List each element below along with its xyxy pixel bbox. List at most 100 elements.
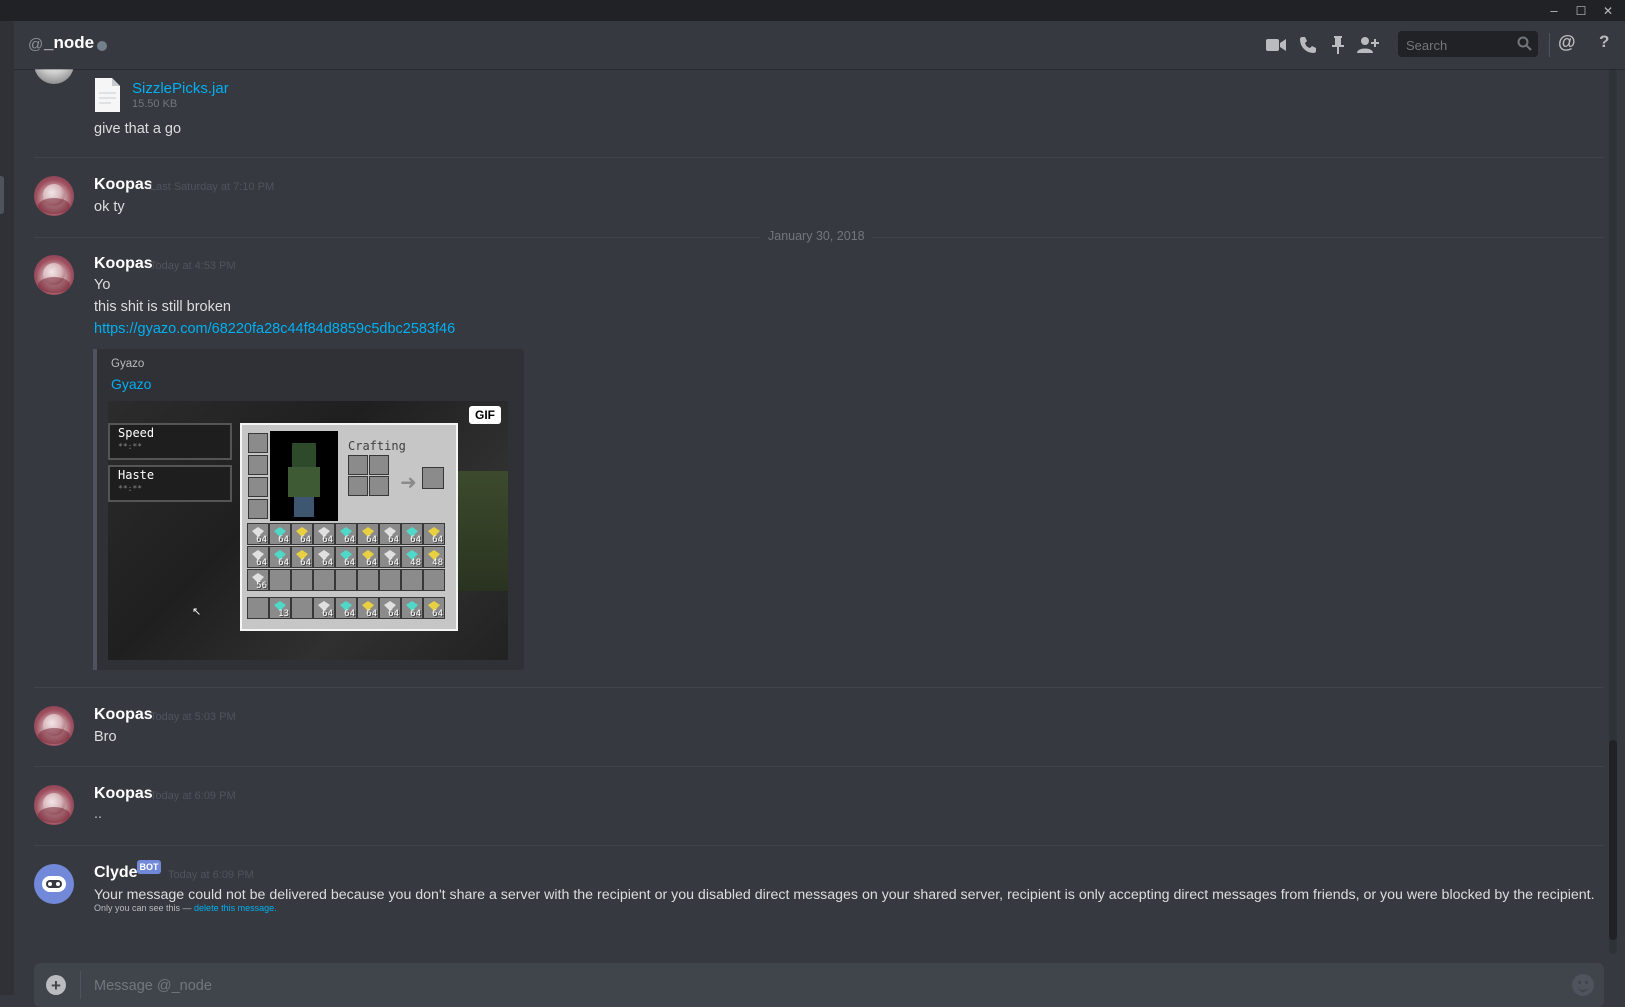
search-box[interactable] [1398, 31, 1538, 57]
item-count: 56 [256, 581, 267, 591]
avatar[interactable] [34, 176, 74, 216]
item-count: 48 [410, 558, 421, 568]
author-name[interactable]: Koopas [94, 255, 153, 273]
item-count: 64 [278, 535, 289, 545]
inventory-slot: 64 [335, 597, 357, 619]
author-name[interactable]: Koopas [94, 706, 153, 724]
dm-recipient-name[interactable]: _node [44, 33, 94, 53]
player-legs [294, 497, 314, 517]
crafting-arrow-icon: ➜ [400, 472, 417, 494]
inventory-slot: 13 [269, 597, 291, 619]
avatar[interactable] [34, 706, 74, 746]
player-body [288, 467, 320, 497]
voice-call-icon[interactable] [1296, 33, 1320, 57]
message-text: Your message could not be delivered beca… [94, 887, 1595, 903]
delete-message-link[interactable]: delete this message. [194, 903, 277, 913]
embed-gif-thumbnail[interactable]: Speed **:** Haste **:** Crafting ➜ ▷ ↗ 6… [108, 401, 508, 660]
inventory-slot: 64 [357, 546, 379, 568]
left-strip [0, 21, 14, 995]
scrollbar-thumb[interactable] [1609, 740, 1617, 940]
inventory-slot [379, 569, 401, 591]
message-text: ok ty [94, 199, 125, 215]
inventory-slot [423, 569, 445, 591]
video-call-icon[interactable] [1264, 33, 1288, 57]
item-count: 64 [300, 558, 311, 568]
inventory-slot: 64 [313, 597, 335, 619]
inventory-slot [291, 597, 313, 619]
message-input[interactable] [92, 975, 1496, 997]
timestamp: Today at 6:09 PM [168, 869, 254, 881]
item-count: 64 [344, 609, 355, 619]
gif-foliage [458, 471, 508, 591]
attachment-file-size: 15.50 KB [132, 98, 178, 110]
inventory-slot: 64 [291, 546, 313, 568]
inventory-slot: 64 [335, 523, 357, 545]
minimize-button[interactable]: – [1540, 0, 1568, 21]
inventory-slot: 64 [247, 523, 269, 545]
crafting-output-slot [422, 467, 444, 489]
effect-name: Haste [118, 468, 155, 482]
effect-duration: **:** [118, 442, 143, 451]
inventory-slot: 64 [313, 523, 335, 545]
emoji-picker-icon[interactable] [1572, 974, 1594, 996]
item-count: 48 [432, 558, 443, 568]
avatar[interactable] [34, 255, 74, 295]
timestamp: Today at 4:53 PM [150, 260, 236, 272]
author-name[interactable]: Clyde [94, 864, 138, 882]
inventory-slot: 64 [291, 523, 313, 545]
message-link[interactable]: https://gyazo.com/68220fa28c44f84d8859c5… [94, 321, 455, 337]
timestamp: Today at 6:09 PM [150, 790, 236, 802]
hotbar-row: 13 64 64 64 64 64 64 [247, 597, 445, 619]
message-divider [34, 157, 1604, 158]
inventory-slot: 64 [335, 546, 357, 568]
inventory-slot: 64 [269, 523, 291, 545]
item-count: 64 [278, 558, 289, 568]
inventory-slot: 64 [401, 523, 423, 545]
attachment-file-link[interactable]: SizzlePicks.jar [132, 80, 229, 97]
embed-provider[interactable]: Gyazo [111, 358, 144, 370]
crafting-label: Crafting [348, 439, 406, 453]
message-divider [34, 766, 1604, 767]
help-icon[interactable]: ? [1599, 32, 1609, 52]
inventory-slot: 64 [269, 546, 291, 568]
search-input[interactable] [1404, 35, 1512, 55]
header-separator [1549, 33, 1550, 57]
item-count: 13 [278, 609, 289, 619]
add-friend-icon[interactable] [1356, 33, 1380, 57]
channel-header: @ _node @ ? [14, 21, 1625, 69]
author-name[interactable]: Koopas [94, 785, 153, 803]
maximize-button[interactable]: ☐ [1567, 0, 1595, 21]
message-text: give that a go [94, 121, 182, 137]
inventory-slot [269, 569, 291, 591]
inventory-slot: 64 [357, 597, 379, 619]
search-icon [1517, 36, 1532, 56]
mention-icon[interactable]: @ [1558, 32, 1576, 53]
pin-icon[interactable] [1326, 33, 1350, 57]
item-count: 64 [432, 535, 443, 545]
helmet-slot [248, 433, 268, 453]
inventory-slot: 64 [379, 597, 401, 619]
crafting-slot [369, 455, 389, 475]
item-count: 64 [344, 558, 355, 568]
ephemeral-note-prefix: Only you can see this — [94, 903, 195, 913]
at-symbol: @ [28, 36, 44, 53]
avatar[interactable] [34, 785, 74, 825]
author-name[interactable]: Koopas [94, 176, 153, 194]
server-indicator-pill [0, 176, 4, 214]
item-count: 64 [256, 558, 267, 568]
inventory-slot: 48 [401, 546, 423, 568]
inventory-row: 56 [247, 569, 445, 591]
item-count: 64 [366, 609, 377, 619]
inventory-slot: 64 [379, 546, 401, 568]
upload-button[interactable]: + [46, 975, 66, 995]
inventory-slot [335, 569, 357, 591]
close-button[interactable]: ✕ [1594, 0, 1622, 21]
crafting-slot [369, 476, 389, 496]
embed-title[interactable]: Gyazo [111, 376, 151, 392]
item-count: 64 [388, 535, 399, 545]
inventory-slot: 64 [401, 597, 423, 619]
item-count: 64 [410, 535, 421, 545]
gif-badge: GIF [469, 406, 501, 424]
inventory-slot: 64 [423, 597, 445, 619]
avatar[interactable] [34, 864, 74, 904]
